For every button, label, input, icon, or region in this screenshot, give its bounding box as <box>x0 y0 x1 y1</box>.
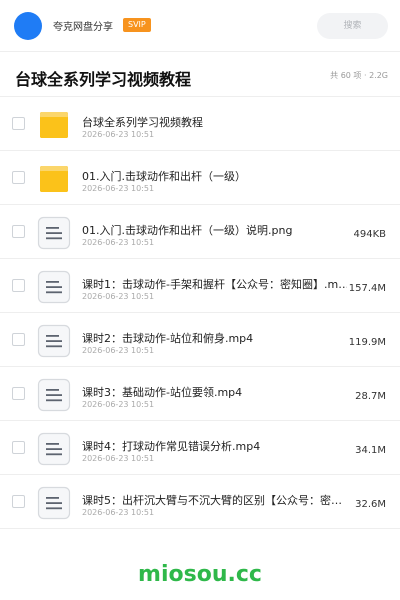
file-icon <box>37 216 71 250</box>
list-item[interactable]: 课时4：打球动作常见错误分析.mp4 2026-06-23 10:51 34.1M <box>0 421 400 475</box>
select-checkbox[interactable] <box>12 441 25 454</box>
select-checkbox[interactable] <box>12 225 25 238</box>
item-date: 2026-06-23 10:51 <box>82 238 155 247</box>
item-date: 2026-06-23 10:51 <box>82 184 155 193</box>
item-name[interactable]: 01.入门.击球动作和出杆（一级） <box>82 168 350 184</box>
item-name[interactable]: 课时4：打球动作常见错误分析.mp4 <box>82 438 350 454</box>
header: 夸克网盘分享 SVIP 搜索 <box>0 0 400 52</box>
svip-badge: SVIP <box>123 18 151 32</box>
list-item[interactable]: 台球全系列学习视频教程 2026-06-23 10:51 <box>0 97 400 151</box>
item-date: 2026-06-23 10:51 <box>82 292 155 301</box>
select-checkbox[interactable] <box>12 495 25 508</box>
list-item[interactable]: 课时3：基础动作-站位要领.mp4 2026-06-23 10:51 28.7M <box>0 367 400 421</box>
item-size: 28.7M <box>353 391 386 402</box>
item-name[interactable]: 台球全系列学习视频教程 <box>82 114 350 130</box>
list-item[interactable]: 01.入门.击球动作和出杆（一级）说明.png 2026-06-23 10:51 4… <box>0 205 400 259</box>
file-list: 台球全系列学习视频教程 2026-06-23 10:51 01.入门.击球动作和出杆… <box>0 96 400 529</box>
page-title: 台球全系列学习视频教程 <box>15 70 192 89</box>
select-checkbox[interactable] <box>12 171 25 184</box>
item-date: 2026-06-23 10:51 <box>82 400 155 409</box>
file-icon <box>37 378 71 412</box>
item-date: 2026-06-23 10:51 <box>82 346 155 355</box>
list-item[interactable]: 课时5：出杆沉大臂与不沉大臂的区别【公众号：密知圈】.mp42026-06-23… <box>0 475 400 529</box>
brand-name: 夸克网盘分享 <box>53 22 113 33</box>
select-checkbox[interactable] <box>12 117 25 130</box>
avatar[interactable] <box>14 12 42 40</box>
item-size: 34.1M <box>353 445 386 456</box>
item-date: 2026-06-23 10:51 <box>82 454 155 463</box>
item-size: 119.9M <box>346 337 386 348</box>
list-item[interactable]: 课时1：击球动作-手架和握杆【公众号：密知圈】.mp4 2026-06-23 10… <box>0 259 400 313</box>
item-size: 32.6M <box>353 499 386 510</box>
watermark: miosou.cc <box>138 562 262 587</box>
file-icon <box>37 324 71 358</box>
list-item[interactable]: 01.入门.击球动作和出杆（一级） 2026-06-23 10:51 <box>0 151 400 205</box>
item-date: 2026-06-23 10:51 <box>82 130 155 139</box>
select-checkbox[interactable] <box>12 279 25 292</box>
item-name[interactable]: 课时1：击球动作-手架和握杆【公众号：密知圈】.mp4 <box>82 276 350 292</box>
item-name[interactable]: 01.入门.击球动作和出杆（一级）说明.png <box>82 222 350 238</box>
item-size: 157.4M <box>346 283 386 294</box>
item-size: 494KB <box>351 229 386 240</box>
item-name[interactable]: 课时5：出杆沉大臂与不沉大臂的区别【公众号：密知圈】.mp4 <box>82 492 350 508</box>
select-checkbox[interactable] <box>12 333 25 346</box>
folder-icon <box>37 108 71 142</box>
item-count-size: 共 60 项 · 2.2G <box>330 71 388 80</box>
item-name[interactable]: 课时2：击球动作-站位和俯身.mp4 <box>82 330 350 346</box>
file-icon <box>37 270 71 304</box>
folder-icon <box>37 162 71 196</box>
file-icon <box>37 486 71 520</box>
share-page: 夸克网盘分享 SVIP 搜索 台球全系列学习视频教程 共 60 项 · 2.2G… <box>0 0 400 600</box>
file-icon <box>37 432 71 466</box>
select-checkbox[interactable] <box>12 387 25 400</box>
item-name[interactable]: 课时3：基础动作-站位要领.mp4 <box>82 384 350 400</box>
search-input[interactable]: 搜索 <box>317 13 388 39</box>
item-date: 2026-06-23 10:51 <box>82 508 155 517</box>
list-item[interactable]: 课时2：击球动作-站位和俯身.mp4 2026-06-23 10:51 119.9M <box>0 313 400 367</box>
